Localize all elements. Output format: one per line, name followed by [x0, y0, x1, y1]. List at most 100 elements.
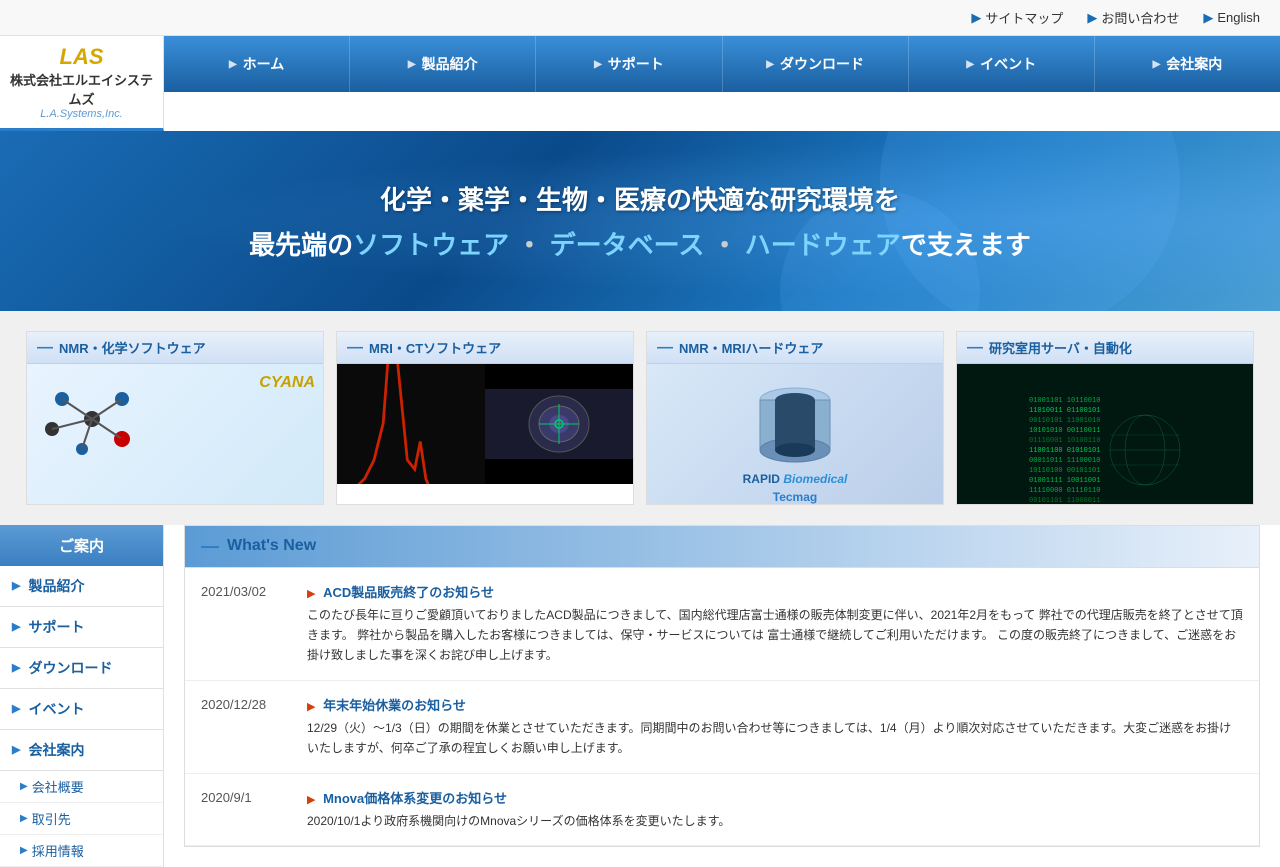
- card-nmr-chem[interactable]: — NMR・化学ソフトウェア: [26, 331, 324, 505]
- sidebar-arrow-icon: ▶: [12, 661, 20, 674]
- news-link-1[interactable]: ACD製品販売終了のお知らせ: [323, 585, 494, 600]
- sidebar-sub-overview[interactable]: ▶ 会社概要: [0, 771, 163, 803]
- nav-arrow: ▶: [408, 59, 416, 70]
- news-content-3: ▶ Mnova価格体系変更のお知らせ 2020/10/1より政府系機関向けのMn…: [307, 788, 1243, 831]
- sub-arrow-icon: ▶: [20, 813, 28, 824]
- nav-products[interactable]: ▶ 製品紹介: [350, 36, 536, 92]
- sub-arrow-icon: ▶: [20, 781, 28, 792]
- svg-text:11010011 01100101: 11010011 01100101: [1029, 407, 1100, 415]
- news-date-2: 2020/12/28: [201, 695, 291, 759]
- news-item-2: 2020/12/28 ▶ 年末年始休業のお知らせ 12/29（火）〜1/3（日）…: [185, 681, 1259, 774]
- news-body-1: このたび長年に亘りご愛顧頂いておりましたACD製品につきまして、国内総代理店富士…: [307, 605, 1243, 666]
- sidebar-item-support[interactable]: ▶ サポート: [0, 607, 163, 648]
- nav-home[interactable]: ▶ ホーム: [164, 36, 350, 92]
- nav-arrow: ▶: [229, 59, 237, 70]
- banner-database: データベース: [550, 230, 705, 260]
- news-body-3: 2020/10/1より政府系機関向けのMnovaシリーズの価格体系を変更いたしま…: [307, 811, 1243, 831]
- svg-text:11110000 01110110: 11110000 01110110: [1029, 487, 1100, 495]
- sitemap-link[interactable]: ▶ サイトマップ: [971, 8, 1063, 27]
- left-sidebar: ご案内 ▶ 製品紹介 ▶ サポート ▶ ダウンロード ▶ イベント ▶ 会社案内: [0, 525, 164, 867]
- news-arrow-icon: ▶: [307, 794, 315, 806]
- nav-company[interactable]: ▶ 会社案内: [1095, 36, 1280, 92]
- news-link-3[interactable]: Mnova価格体系変更のお知らせ: [323, 791, 507, 806]
- banner-suffix: で支えます: [901, 230, 1031, 260]
- product-cards: — NMR・化学ソフトウェア: [0, 311, 1280, 525]
- sidebar-arrow-icon: ▶: [12, 620, 20, 633]
- sidebar-sub-recruitment[interactable]: ▶ 採用情報: [0, 835, 163, 867]
- card-nmr-chem-img: CYANA Mnova: [27, 364, 323, 505]
- english-link[interactable]: ▶ English: [1203, 8, 1260, 27]
- card-mri-ct[interactable]: — MRI・CTソフトウェア: [336, 331, 634, 505]
- news-content-2: ▶ 年末年始休業のお知らせ 12/29（火）〜1/3（日）の期間を休業とさせてい…: [307, 695, 1243, 759]
- svg-text:01001111 10011001: 01001111 10011001: [1029, 477, 1100, 485]
- banner-dot2: ・: [704, 230, 744, 260]
- news-content-1: ▶ ACD製品販売終了のお知らせ このたび長年に亘りご愛顧頂いておりましたACD…: [307, 582, 1243, 666]
- sidebar-header: ご案内: [0, 525, 163, 566]
- banner-prefix: 最先端の: [249, 230, 353, 260]
- card-nmr-hw[interactable]: — NMR・MRIハードウェア RAPID Biomedical: [646, 331, 944, 505]
- main-content: — What's New 2021/03/02 ▶ ACD製品販売終了のお知らせ…: [164, 525, 1280, 867]
- molecule-svg: [32, 369, 152, 469]
- whats-new-title: What's New: [227, 537, 316, 555]
- sidebar-item-download[interactable]: ▶ ダウンロード: [0, 648, 163, 689]
- nav-area: LAS 株式会社エルエイシステムズ L.A.Systems,Inc. ▶ ホーム…: [0, 36, 1280, 131]
- svg-text:01110001 10100110: 01110001 10100110: [1029, 437, 1100, 445]
- logo-company: 株式会社エルエイシステムズ: [8, 70, 155, 108]
- nav-arrow: ▶: [966, 59, 974, 70]
- sidebar-sub-clients[interactable]: ▶ 取引先: [0, 803, 163, 835]
- arrow-icon: ▶: [971, 10, 981, 26]
- news-arrow-icon: ▶: [307, 588, 315, 600]
- nav-support[interactable]: ▶ サポート: [536, 36, 722, 92]
- nav-download[interactable]: ▶ ダウンロード: [723, 36, 909, 92]
- brain-scan-svg: [524, 389, 594, 459]
- arrow-icon: ▶: [1087, 10, 1097, 26]
- contact-link[interactable]: ▶ お問い合わせ: [1087, 8, 1179, 27]
- card-server-header: — 研究室用サーバ・自動化: [957, 332, 1253, 364]
- nav-arrow: ▶: [766, 59, 774, 70]
- svg-text:01001101 10110010: 01001101 10110010: [1029, 397, 1100, 405]
- banner-text1: 化学・薬学・生物・医療の快適な研究環境を: [380, 180, 900, 217]
- card-mri-ct-header: — MRI・CTソフトウェア: [337, 332, 633, 364]
- logo-panel: LAS 株式会社エルエイシステムズ L.A.Systems,Inc.: [0, 36, 164, 131]
- news-body-2: 12/29（火）〜1/3（日）の期間を休業とさせていただきます。同期間中のお問い…: [307, 718, 1243, 759]
- svg-text:00011011 11100010: 00011011 11100010: [1029, 457, 1100, 465]
- svg-text:10101010 00110011: 10101010 00110011: [1029, 427, 1100, 435]
- sidebar-item-events[interactable]: ▶ イベント: [0, 689, 163, 730]
- svg-text:00101101 11000011: 00101101 11000011: [1029, 497, 1100, 505]
- sidebar-item-products[interactable]: ▶ 製品紹介: [0, 566, 163, 607]
- svg-text:10110100 00101101: 10110100 00101101: [1029, 467, 1100, 475]
- wn-dash-icon: —: [201, 536, 219, 557]
- main-nav: ▶ ホーム ▶ 製品紹介 ▶ サポート ▶ ダウンロード ▶ イベント ▶ 会社…: [164, 36, 1280, 92]
- news-date-3: 2020/9/1: [201, 788, 291, 831]
- svg-text:11001100 01010101: 11001100 01010101: [1029, 447, 1100, 455]
- whats-new-section: — What's New 2021/03/02 ▶ ACD製品販売終了のお知らせ…: [184, 525, 1260, 847]
- banner-text2: 最先端のソフトウェア ・ データベース ・ ハードウェアで支えます: [249, 225, 1031, 262]
- card-nmr-chem-header: — NMR・化学ソフトウェア: [27, 332, 323, 364]
- card-server[interactable]: — 研究室用サーバ・自動化 01001101 10110010 11010011…: [956, 331, 1254, 505]
- card-server-img: 01001101 10110010 11010011 01100101 0011…: [957, 364, 1253, 505]
- logo-las: LAS: [60, 44, 104, 70]
- banner-dot1: ・: [509, 230, 549, 260]
- banner-hardware: ハードウェア: [745, 230, 901, 260]
- tecmag-label: Tecmag: [773, 490, 817, 504]
- sidebar-arrow-icon: ▶: [12, 743, 20, 756]
- sidebar-item-company[interactable]: ▶ 会社案内: [0, 730, 163, 771]
- whats-new-header: — What's New: [185, 526, 1259, 568]
- news-date-1: 2021/03/02: [201, 582, 291, 666]
- nav-arrow: ▶: [594, 59, 602, 70]
- rapid-label: RAPID Biomedical: [743, 472, 848, 488]
- sub-arrow-icon: ▶: [20, 845, 28, 856]
- nav-events[interactable]: ▶ イベント: [909, 36, 1095, 92]
- news-item-3: 2020/9/1 ▶ Mnova価格体系変更のお知らせ 2020/10/1より政…: [185, 774, 1259, 846]
- server-matrix-svg: 01001101 10110010 11010011 01100101 0011…: [1025, 390, 1185, 505]
- logo-subtitle: L.A.Systems,Inc.: [40, 108, 123, 120]
- news-link-2[interactable]: 年末年始休業のお知らせ: [323, 698, 466, 713]
- banner-software: ソフトウェア: [353, 230, 509, 260]
- nav-arrow: ▶: [1153, 59, 1161, 70]
- mnova-label: Mnova: [35, 500, 86, 505]
- arrow-icon: ▶: [1203, 10, 1213, 26]
- news-item-1: 2021/03/02 ▶ ACD製品販売終了のお知らせ このたび長年に亘りご愛顧…: [185, 568, 1259, 681]
- card-nmr-hw-img: RAPID Biomedical Tecmag Doty Scientific: [647, 364, 943, 505]
- spectrum-chart: [337, 364, 485, 484]
- cyana-label: CYANA: [259, 374, 315, 392]
